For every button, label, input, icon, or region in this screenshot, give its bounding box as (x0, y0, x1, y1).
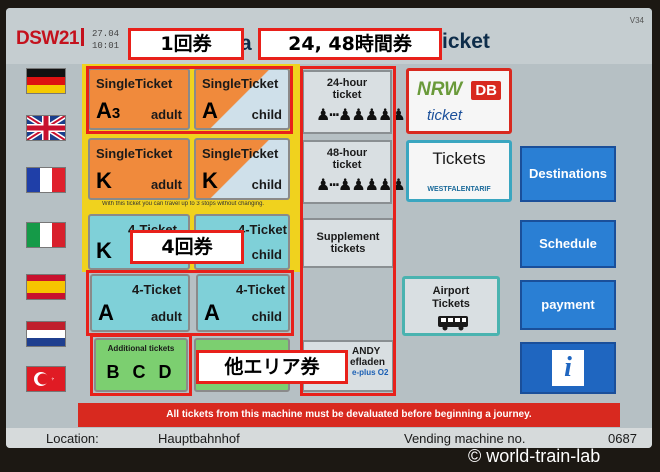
nrw-ticket-label: ticket (427, 107, 463, 124)
payment-button[interactable]: payment (520, 280, 616, 330)
flag-turkish-button[interactable] (26, 366, 66, 392)
dsw21-logo: DSW21 (16, 28, 84, 50)
info-button[interactable]: i (520, 342, 616, 394)
westfalentarif-tickets-button[interactable]: Tickets WESTFALENTARIF (406, 140, 512, 202)
annotation-hour-tickets: 24, 48時間券 (258, 28, 442, 60)
ticket-zone: K (96, 238, 112, 263)
flag-spanish-button[interactable] (26, 274, 66, 300)
union-jack-icon (27, 116, 65, 140)
flag-german-button[interactable] (26, 68, 66, 94)
date-text: 27.04 (92, 29, 120, 39)
time-text: 10:01 (92, 41, 120, 51)
destinations-button[interactable]: Destinations (520, 146, 616, 202)
annotation-single-ticket: 1回券 (128, 28, 244, 60)
devaluation-notice: All tickets from this machine must be de… (78, 403, 620, 427)
status-footer: Location: Hauptbahnhof Vending machine n… (6, 428, 652, 448)
hour-ticket-highlight-frame (300, 66, 396, 396)
db-logo: DB (471, 81, 501, 100)
ticket-passenger: child (251, 177, 282, 192)
ticket-name: SingleTicket (202, 146, 279, 161)
ticket-passenger: adult (150, 177, 182, 192)
annotation-other-area: 他エリア券 (196, 350, 348, 384)
single-ticket-k-adult-button[interactable]: SingleTicket K adult (88, 138, 190, 200)
single-ticket-highlight-frame (86, 66, 293, 134)
flag-english-button[interactable] (26, 115, 66, 141)
nrw-ticket-button[interactable]: NRW DB ticket (406, 68, 512, 134)
ticket-zone: K (202, 168, 218, 193)
location-value: Hauptbahnhof (158, 431, 240, 446)
single-ticket-info-text: With this ticket you can travel up to 3 … (102, 201, 265, 207)
title-fragment-right: icket (442, 30, 490, 53)
watermark-text: © world-train-lab (468, 446, 601, 466)
ticket-name: SingleTicket (96, 146, 173, 161)
nrw-logo: NRW (417, 79, 463, 100)
flag-italian-button[interactable] (26, 222, 66, 248)
westfalentarif-logo: WESTFALENTARIF (427, 186, 491, 193)
four-ticket-highlight-frame (86, 270, 294, 336)
ticket-name: 4-Ticket (238, 222, 287, 237)
flag-french-button[interactable] (26, 167, 66, 193)
version-text: V34 (629, 16, 644, 25)
single-ticket-k-child-button[interactable]: SingleTicket K child (194, 138, 290, 200)
ticket-machine-screen: DSW21 27.04 10:01 a icket V34 With this … (6, 8, 652, 448)
ticket-zone: K (96, 168, 112, 193)
datetime-display: 27.04 10:01 (92, 28, 119, 52)
ticket-passenger: child (251, 247, 282, 262)
turkish-crescent-icon (34, 372, 54, 386)
airport-line1: Airport (432, 285, 470, 297)
airport-tickets-button[interactable]: Airport Tickets (402, 276, 500, 336)
flag-dutch-button[interactable] (26, 321, 66, 347)
vending-machine-number: 0687 (608, 431, 637, 446)
schedule-button[interactable]: Schedule (520, 220, 616, 268)
westfalentarif-label: Tickets (432, 149, 486, 168)
annotation-four-ticket: 4回券 (130, 230, 244, 264)
vending-machine-label: Vending machine no. (404, 431, 526, 446)
airport-line2: Tickets (432, 298, 470, 310)
info-icon: i (552, 350, 584, 386)
other-area-highlight-frame (90, 334, 192, 396)
bus-icon (438, 316, 468, 331)
location-label: Location: (46, 431, 99, 446)
